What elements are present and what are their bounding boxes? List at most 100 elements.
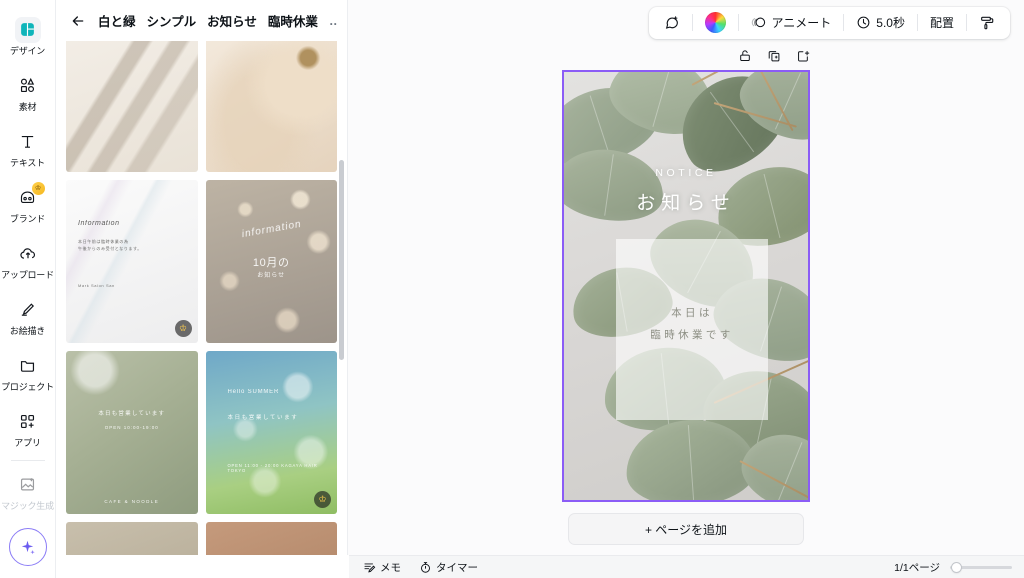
sidebar-item-label: 素材	[18, 101, 37, 112]
canva-editor-window: デザイン 素材 テキスト ♔ ブランド アップロード お絵描き プロジェクト ア…	[0, 0, 1024, 578]
premium-crown-badge: ♔	[31, 181, 45, 195]
text-t-icon	[15, 129, 41, 155]
magic-sparkle-icon	[18, 538, 37, 557]
notes-icon	[363, 561, 376, 574]
sidebar-item-label: マジック生成	[1, 500, 54, 511]
premium-crown-badge: ♔	[314, 491, 331, 508]
status-bar-right: 1/1ページ	[894, 560, 1012, 575]
template-card[interactable]: Hello SUMMER 本日も営業しています OPEN 11:00 - 20:…	[205, 351, 337, 514]
toolbar-chip: アニメート 5.0秒 配置	[648, 6, 1010, 39]
left-sidebar-rail: デザイン 素材 テキスト ♔ ブランド アップロード お絵描き プロジェクト ア…	[0, 0, 56, 578]
clock-icon	[856, 15, 871, 30]
template-grid: 本日もご来店ありがとうございました ご自愛ください Information 本日…	[66, 41, 337, 578]
sidebar-item-label: アプリ	[14, 437, 41, 448]
duration-button[interactable]: 5.0秒	[849, 10, 912, 36]
toolbar-separator	[916, 14, 918, 31]
sidebar-item-design[interactable]: デザイン	[0, 8, 56, 64]
design-grid-icon	[14, 16, 41, 43]
templates-panel: 白と緑 シンプル お知らせ 臨時休業 … 本日もご来店ありがとうございました ご…	[56, 0, 348, 578]
add-page-button[interactable]: + ページを追加	[568, 513, 804, 545]
template-caption-body: 本日午前は臨時休業の為 午後からのみ受付となります。	[78, 239, 142, 251]
canvas-zone: NOTICE お知らせ 本日は 臨時休業です + ページを追加	[348, 45, 1024, 578]
template-caption-body: 本日も営業しています	[227, 415, 299, 421]
template-card[interactable]: 本日もご来店ありがとうございました	[66, 41, 198, 172]
panel-scrollbar[interactable]	[339, 160, 344, 360]
template-list-scroll-area[interactable]: 本日もご来店ありがとうございました ご自愛ください Information 本日…	[56, 41, 347, 578]
design-artwork: NOTICE お知らせ 本日は 臨時休業です	[564, 72, 808, 500]
style-button[interactable]	[972, 10, 1002, 36]
sidebar-item-label: プロジェクト	[1, 381, 54, 392]
draw-pen-icon	[15, 297, 41, 323]
add-page-icon[interactable]	[795, 49, 810, 64]
template-caption: 本日も営業しています	[98, 411, 166, 417]
notes-button[interactable]: メモ	[363, 560, 401, 575]
magic-media-icon	[15, 472, 41, 498]
sidebar-item-magic-media[interactable]: マジック生成	[0, 463, 56, 519]
color-button[interactable]	[698, 10, 733, 36]
breadcrumb-item-1[interactable]: シンプル	[147, 11, 197, 30]
breadcrumb-overflow[interactable]: …	[329, 14, 337, 28]
canvas-white-card[interactable]: 本日は 臨時休業です	[616, 239, 768, 420]
breadcrumb-item-2[interactable]: お知らせ	[207, 11, 257, 30]
template-card[interactable]: Information 本日午前は臨時休業の為 午後からのみ受付となります。 M…	[66, 180, 198, 343]
template-card[interactable]: 本日も営業しています OPEN 10:00-19:00 CAFE & NOODL…	[66, 351, 198, 514]
sidebar-item-label: デザイン	[9, 45, 46, 56]
comment-button[interactable]	[657, 10, 687, 36]
design-canvas[interactable]: NOTICE お知らせ 本日は 臨時休業です	[562, 70, 810, 502]
breadcrumb: 白と緑 シンプル お知らせ 臨時休業 …	[98, 11, 337, 30]
brand-kit-icon: ♔	[15, 181, 45, 211]
sidebar-item-text[interactable]: テキスト	[0, 120, 56, 176]
animate-icon	[751, 15, 767, 31]
zoom-slider[interactable]	[950, 562, 1012, 572]
animate-button[interactable]: アニメート	[744, 10, 839, 36]
notes-label: メモ	[380, 561, 401, 574]
toolbar-separator	[843, 14, 845, 31]
sidebar-item-label: ブランド	[9, 213, 46, 224]
template-caption-body: 10月の	[252, 257, 290, 269]
timer-button[interactable]: タイマー	[419, 560, 478, 575]
sidebar-item-label: お絵描き	[9, 325, 46, 336]
canvas-card-line2: 臨時休業です	[650, 329, 734, 341]
upload-cloud-icon	[15, 241, 41, 267]
sidebar-item-apps[interactable]: アプリ	[0, 400, 56, 456]
template-card[interactable]: information 10月の お知らせ	[205, 180, 337, 343]
sidebar-item-label: アップロード	[1, 269, 54, 280]
panel-header: 白と緑 シンプル お知らせ 臨時休業 …	[56, 0, 347, 41]
timer-icon	[419, 561, 432, 574]
sidebar-item-brand[interactable]: ♔ ブランド	[0, 176, 56, 232]
lock-open-icon[interactable]	[737, 49, 752, 64]
template-caption-footer: OPEN 11:00 - 20:00 KAGAYA HAIR TOKYO	[227, 463, 318, 473]
apps-plus-icon	[15, 409, 41, 435]
position-button[interactable]: 配置	[923, 10, 961, 36]
canvas-title-en: NOTICE	[655, 167, 717, 179]
toolbar-separator	[691, 14, 693, 31]
folder-icon	[15, 353, 41, 379]
comment-add-icon	[664, 15, 680, 31]
breadcrumb-item-3[interactable]: 臨時休業	[268, 11, 318, 30]
sidebar-item-projects[interactable]: プロジェクト	[0, 344, 56, 400]
canvas-title-jp: お知らせ	[636, 193, 736, 214]
shapes-elements-icon	[15, 73, 41, 99]
canvas-card-line1: 本日は	[671, 307, 713, 319]
page-controls	[562, 45, 810, 67]
template-caption-footer: お知らせ	[257, 273, 286, 279]
template-caption: Information	[78, 220, 120, 227]
template-caption: information	[240, 218, 302, 241]
duration-label: 5.0秒	[876, 16, 905, 30]
toolbar-separator	[966, 14, 967, 31]
magic-assistant-button[interactable]	[8, 528, 47, 566]
premium-crown-badge: ♔	[174, 320, 192, 337]
sidebar-item-draw[interactable]: お絵描き	[0, 288, 56, 344]
sidebar-divider	[10, 460, 45, 461]
sidebar-item-uploads[interactable]: アップロード	[0, 232, 56, 288]
sidebar-item-elements[interactable]: 素材	[0, 64, 56, 120]
toolbar-separator	[737, 14, 739, 31]
back-arrow-icon[interactable]	[68, 11, 88, 31]
breadcrumb-item-0[interactable]: 白と緑	[98, 11, 136, 30]
template-caption-footer: CAFE & NOODLE	[104, 499, 160, 504]
duplicate-page-icon[interactable]	[766, 49, 781, 64]
status-bar: メモ タイマー 1/1ページ	[349, 555, 1024, 578]
template-caption-body: OPEN 10:00-19:00	[104, 425, 159, 430]
template-card[interactable]: ご自愛ください	[205, 41, 337, 172]
zoom-slider-knob[interactable]	[952, 562, 961, 572]
